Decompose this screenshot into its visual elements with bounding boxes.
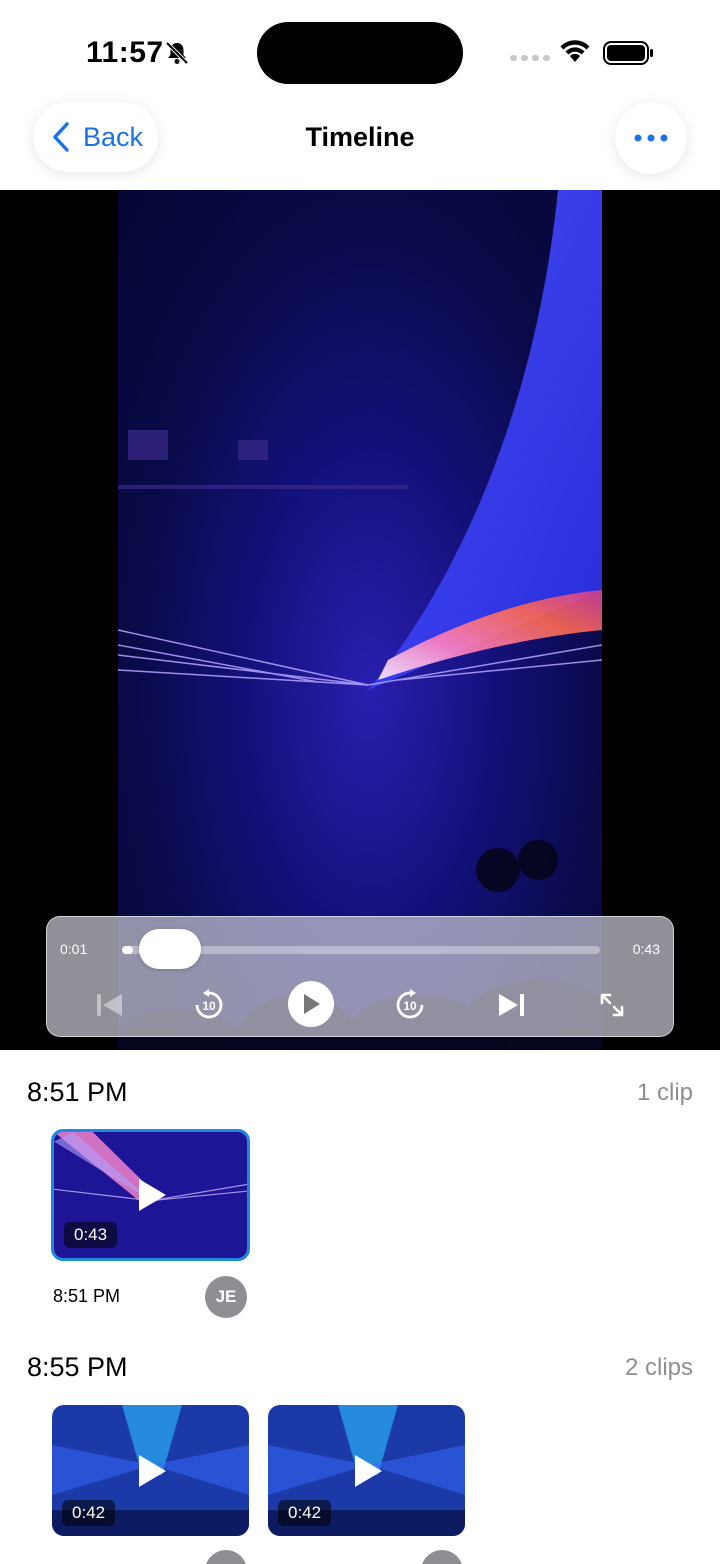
section-clip-count: 2 clips: [624, 1354, 693, 1381]
section-header: 8:55 PM 2 clips: [27, 1352, 693, 1392]
expand-icon: [600, 993, 624, 1017]
avatar[interactable]: [205, 1550, 247, 1564]
ellipsis-icon: [634, 134, 668, 142]
avatar[interactable]: [421, 1550, 463, 1564]
play-icon: [304, 994, 320, 1014]
total-time: 0:43: [632, 941, 660, 957]
rewind-10-icon: 10: [195, 989, 223, 1019]
section-time: 8:55 PM: [27, 1352, 128, 1382]
previous-button[interactable]: [90, 985, 130, 1025]
wifi-icon: [560, 40, 590, 62]
section-header: 8:51 PM 1 clip: [27, 1077, 693, 1117]
play-icon: [138, 1179, 166, 1211]
more-button[interactable]: [615, 102, 687, 174]
avatar[interactable]: JE: [205, 1276, 247, 1318]
clip-thumbnail[interactable]: 0:42: [268, 1405, 465, 1536]
section-clip-count: 1 clip: [636, 1079, 693, 1106]
clip-duration: 0:43: [64, 1222, 118, 1248]
skip-back-button[interactable]: 10: [189, 985, 229, 1025]
skip-forward-button[interactable]: 10: [390, 985, 430, 1025]
play-button[interactable]: [288, 981, 334, 1027]
clip-time: 8:51 PM: [53, 1286, 121, 1306]
clip-thumbnail[interactable]: 0:42: [52, 1405, 249, 1536]
cellular-signal-icon: [510, 55, 550, 61]
skip-next-icon: [499, 994, 524, 1016]
forward-10-icon: 10: [396, 989, 424, 1019]
page-title: Timeline: [305, 122, 415, 152]
dynamic-island: [257, 22, 463, 84]
next-button[interactable]: [491, 985, 531, 1025]
scrubber-thumb[interactable]: [139, 929, 201, 969]
battery-icon: [603, 41, 653, 65]
clip-thumbnail[interactable]: 0:43: [51, 1129, 250, 1261]
play-icon: [354, 1454, 382, 1487]
svg-text:10: 10: [403, 999, 417, 1013]
section-time: 8:51 PM: [27, 1077, 128, 1107]
clip-duration: 0:42: [278, 1500, 332, 1526]
nav-bar: Back Timeline: [0, 100, 720, 190]
status-time: 11:57: [86, 36, 164, 69]
video-player[interactable]: 0:01 0:43 10 10: [0, 190, 720, 1050]
scrubber-fill: [122, 946, 133, 954]
play-icon: [138, 1454, 166, 1487]
clip-duration: 0:42: [62, 1500, 116, 1526]
playback-controls: 0:01 0:43 10 10: [46, 916, 674, 1037]
svg-text:10: 10: [202, 999, 216, 1013]
skip-previous-icon: [97, 994, 122, 1016]
status-bar: 11:57: [0, 0, 720, 100]
fullscreen-button[interactable]: [592, 985, 632, 1025]
current-time: 0:01: [60, 941, 88, 957]
bell-slash-icon: [165, 41, 189, 65]
